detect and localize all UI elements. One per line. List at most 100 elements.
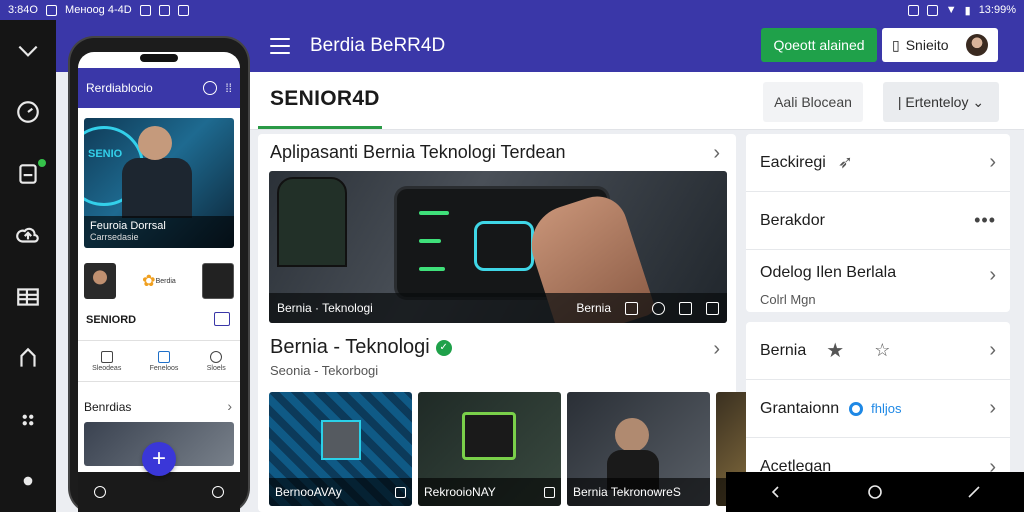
fullscreen-icon[interactable] [706,301,719,315]
rail-item-home[interactable] [0,328,56,390]
share-icon[interactable]: ☆ [874,340,890,361]
brand-logo[interactable]: SENIOR4D [270,87,380,111]
hero-video[interactable]: Bernia · Teknologi Bernia [269,171,727,323]
sort-dropdown[interactable]: | Ertenteloy ⌄ [883,82,999,122]
rail-item-messages[interactable] [0,143,56,205]
pin-icon: ➶ [837,152,853,172]
bookmark-icon[interactable] [679,301,692,315]
grid-icon[interactable]: ⁞⁞ [225,81,232,95]
phone-nav-item[interactable]: Sleodeas [92,350,121,372]
lock-icon[interactable] [544,486,555,498]
phone-notch [140,54,178,62]
tile-label: Berdia [155,277,176,285]
chip-image [462,412,516,460]
book-icon [158,350,171,363]
rail-item-account[interactable] [0,451,56,512]
section-subtitle: Seonia - Tekorbogi [270,363,379,378]
list-item[interactable]: Grantaionn fhljos › [746,380,1010,438]
more-icon[interactable]: ••• [974,210,996,231]
tool-tile[interactable] [202,263,234,299]
thumbnail[interactable]: Bernia TekronowreS [567,392,710,506]
phone-bottom-bar [78,472,240,512]
section-title[interactable]: Bernia - Teknologi ✓ [270,336,452,359]
profile-button[interactable]: ▯ Snieito [882,28,998,62]
chevron-down-icon [18,45,38,57]
thumbnail-caption: RekrooioNAY [424,485,496,499]
chevron-right-icon[interactable]: › [713,142,720,165]
status-ring-icon [849,401,864,416]
phone-nav-item[interactable]: Feneloos [150,350,178,372]
phone-header: Rerdiablocio ⁞⁞ [78,68,240,108]
primary-action-button[interactable]: Qoeott alained [761,28,877,62]
rail-item-more[interactable] [0,389,56,451]
user-icon: ▯ [892,36,900,53]
chevron-right-icon[interactable]: › [227,398,232,414]
search-button[interactable]: Aali Blocean [763,82,863,122]
list-item[interactable]: Bernia ★ ☆ › [746,322,1010,380]
recents-icon[interactable] [966,484,982,500]
grid-dots-icon [22,414,34,426]
list-item[interactable]: Berakdor ••• [746,192,1010,250]
star-icon[interactable]: ★ [826,338,844,363]
side-rail [0,20,56,512]
active-tab-indicator [258,126,382,129]
caption-icon[interactable] [625,301,638,315]
card-title[interactable]: Aplipasanti Bernia Teknologi Terdean [270,142,566,163]
phone-hero-caption: Feuroia Dorrsal Carrsedasie [84,216,234,248]
featured-card: Aplipasanti Bernia Teknologi Terdean › B… [258,134,756,512]
status-bar: 3:84O Менооg 4-4D ▼ ▮ 13:99% [0,0,1024,20]
timer-icon[interactable] [652,301,665,315]
status-battery: 13:99% [978,4,1016,16]
list-item[interactable]: Eackiregi ➶ › [746,134,1010,192]
add-button[interactable]: + [142,442,176,476]
phone-mockup: Rerdiablocio ⁞⁞ SENIO Feuroia Dorrsal Ca… [70,38,248,512]
list-item-tag: fhljos [871,401,902,416]
brand-flower-icon: ✿ [142,273,156,290]
phone-hero[interactable]: SENIO Feuroia Dorrsal Carrsedasie [84,118,234,248]
thumbnail[interactable]: RekrooioNAY [418,392,561,506]
phone-nav-item[interactable]: Sloels [207,350,226,372]
home-circle-icon[interactable] [867,484,883,500]
cloud-icon [16,228,39,243]
phone-section-title[interactable]: Benrdias [84,400,131,414]
thumbnail-caption: BernooAVAy [275,485,342,499]
system-nav-bar [726,472,1024,512]
thumbnail[interactable]: BernooAVAy [269,392,412,506]
image-icon [177,4,189,16]
hamburger-menu-icon[interactable] [270,38,290,54]
home-icon[interactable] [94,486,106,498]
battery-icon: ▮ [964,4,971,17]
hero-caption-bar: Bernia · Teknologi Bernia [269,293,727,323]
rail-item-activity[interactable] [0,82,56,144]
screen: 3:84O Менооg 4-4D ▼ ▮ 13:99% Berdia BeRR… [0,0,1024,512]
chart-icon [210,350,223,363]
profile-icon[interactable] [212,486,224,498]
side-list-card: Eackiregi ➶ › Berakdor ••• Odelog Ilen B… [746,134,1010,312]
timer-icon[interactable] [203,81,218,95]
hero-caption: Bernia · Teknologi [277,301,373,315]
list-item-label: Berakdor [760,211,825,229]
rail-item-list[interactable] [0,266,56,328]
share-icon[interactable] [395,486,406,498]
person-image [615,418,649,452]
person-tile[interactable] [84,263,116,299]
list-item-label: Eackiregi [760,153,826,171]
collapse-button[interactable] [0,20,56,82]
list-item-label: Odelog Ilen Berlala [760,264,897,281]
chevron-down-icon: ⌄ [968,93,985,110]
avatar [966,34,988,56]
chevron-right-icon[interactable]: › [713,338,720,361]
section-title-text: Bernia - Teknologi [270,336,430,358]
app-title: Berdia BeRR4D [310,35,446,56]
calendar-icon[interactable] [214,312,230,326]
rail-item-cloud[interactable] [0,205,56,267]
logo-tile[interactable]: ✿ Berdia [135,263,183,299]
phone-app-title: Rerdiablocio [86,81,153,95]
dot-icon [23,476,33,486]
hero-caption-right: Bernia [576,301,611,315]
back-icon[interactable] [768,484,784,500]
list-item[interactable]: Odelog Ilen Berlala › Colrl Mgn [746,250,1010,312]
phone-hero-title: Feuroia Dorrsal [90,220,166,232]
thumbnail-row: BernooAVAy RekrooioNAY Bernia Tekronowre… [269,392,756,506]
thumbnail-caption: Bernia TekronowreS [573,485,681,499]
